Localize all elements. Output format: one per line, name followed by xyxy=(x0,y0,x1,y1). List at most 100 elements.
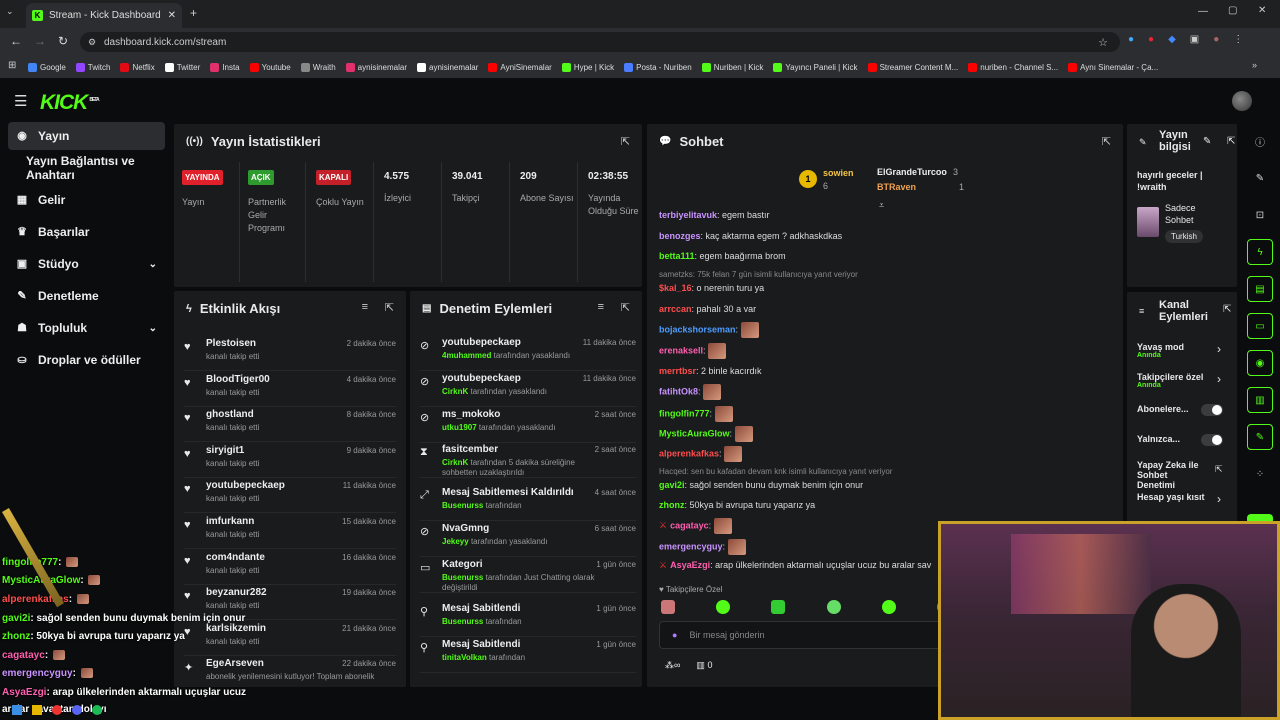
filter-icon[interactable]: ≡ xyxy=(362,301,368,313)
chat-username[interactable]: benozges xyxy=(659,231,701,241)
activity-username[interactable]: Plestoisen xyxy=(206,338,256,349)
back-icon[interactable]: ← xyxy=(10,34,22,48)
moderation-target[interactable]: Mesaj Sabitlendi xyxy=(442,603,520,614)
bookmark-item[interactable]: Aynı Sinemalar - Ça... xyxy=(1068,62,1158,72)
activity-username[interactable]: BloodTiger00 xyxy=(206,374,270,385)
bookmark-item[interactable]: Yayıncı Paneli | Kick xyxy=(773,62,858,72)
chat-username[interactable]: merrtbsr xyxy=(659,366,696,376)
chevron-right-icon[interactable]: › xyxy=(1217,492,1221,506)
bookmark-item[interactable]: Wraith xyxy=(300,62,336,72)
more-bookmarks-icon[interactable]: » xyxy=(1252,60,1257,70)
moderator-name[interactable]: utku1907 xyxy=(442,423,477,432)
moderator-name[interactable]: 4muhammed xyxy=(442,351,491,360)
moderation-target[interactable]: Mesaj Sabitlemesi Kaldırıldı xyxy=(442,487,574,498)
folder-icon[interactable] xyxy=(32,705,42,715)
bookmark-item[interactable]: Insta xyxy=(210,62,240,72)
emote-icon[interactable] xyxy=(826,600,841,614)
chat-username[interactable]: arrccan xyxy=(659,304,692,314)
bookmark-item[interactable]: aynisinemalar xyxy=(417,62,478,72)
forward-icon[interactable]: → xyxy=(34,34,46,48)
chat-username[interactable]: fingolfin777 xyxy=(659,408,710,418)
filter-icon[interactable]: ≡ xyxy=(598,301,604,313)
moderation-target[interactable]: youtubepeckaep xyxy=(442,337,521,348)
channel-action-item[interactable]: Yalnızca... xyxy=(1137,434,1229,460)
chat-username[interactable]: gavi2i xyxy=(659,480,685,490)
broadcast-icon[interactable]: ◉ xyxy=(1247,350,1273,376)
moderation-target[interactable]: ms_mokoko xyxy=(442,409,500,420)
emote-icon[interactable] xyxy=(771,600,786,614)
moderator-name[interactable]: Busenurss xyxy=(442,501,483,510)
focus-icon[interactable]: ⊡ xyxy=(1247,202,1273,228)
bookmark-item[interactable]: Twitch xyxy=(75,62,110,72)
extension-icon[interactable]: ● xyxy=(1148,34,1154,45)
chat-username[interactable]: betta111 xyxy=(659,251,695,261)
url-field[interactable]: ⚙ dashboard.kick.com/stream ☆ xyxy=(80,32,1120,52)
edit-icon[interactable]: ✎ xyxy=(1247,165,1273,191)
tab-list-icon[interactable]: ⌄ xyxy=(6,6,14,17)
external-link-icon[interactable]: ⇱ xyxy=(1215,464,1223,475)
sidebar-item-0[interactable]: ◉ Yayın xyxy=(8,122,165,150)
bookmark-item[interactable]: Youtube xyxy=(249,62,291,72)
moderator-name[interactable]: Busenurss xyxy=(442,617,483,626)
toggle-switch[interactable] xyxy=(1201,404,1223,416)
moderation-target[interactable]: NvaGmng xyxy=(442,523,489,534)
chat-username[interactable]: $kal_16 xyxy=(659,283,692,293)
moderator-name[interactable]: tinitaVolkan xyxy=(442,653,487,662)
moderation-target[interactable]: youtubepeckaep xyxy=(442,373,521,384)
channel-action-item[interactable]: Abonelere... xyxy=(1137,404,1229,430)
site-info-icon[interactable]: ⚙ xyxy=(88,37,96,48)
bookmark-item[interactable]: Nuriben | Kick xyxy=(701,62,763,72)
bookmark-item[interactable]: Google xyxy=(28,62,66,72)
menu-dots-icon[interactable]: ⋮ xyxy=(1233,34,1243,45)
channel-action-item[interactable]: Takipçilere özel Anında › xyxy=(1137,372,1229,398)
emote-icon[interactable] xyxy=(881,600,896,614)
sidebar-item-4[interactable]: ▣ Stüdyo ⌄ xyxy=(8,250,165,278)
chat-username[interactable]: MysticAuraGlow xyxy=(659,428,730,438)
chat-username[interactable]: emergencyguy xyxy=(659,541,723,551)
bookmark-item[interactable]: Netflix xyxy=(120,62,155,72)
popout-icon[interactable]: ⇱ xyxy=(1227,136,1235,147)
category-name[interactable]: Sadece Sohbet xyxy=(1165,202,1225,226)
window-close-icon[interactable]: ✕ xyxy=(1258,5,1266,16)
chat-username[interactable]: fatihtOk8 xyxy=(659,386,698,396)
activity-username[interactable]: siryigit1 xyxy=(206,445,244,456)
popout-icon[interactable]: ⇱ xyxy=(621,301,630,314)
leader-third-name[interactable]: BTRaven xyxy=(877,182,916,192)
chat-icon[interactable]: ▭ xyxy=(1247,313,1273,339)
minimize-icon[interactable]: — xyxy=(1198,6,1208,17)
reload-icon[interactable]: ↻ xyxy=(58,34,68,48)
moderation-target[interactable]: Mesaj Sabitlendi xyxy=(442,639,520,650)
bookmark-item[interactable]: Streamer Content M... xyxy=(867,62,958,72)
chat-username[interactable]: alperenkafkas xyxy=(659,448,719,458)
chevron-down-icon[interactable]: ⌄ xyxy=(149,259,157,270)
toggle-switch[interactable] xyxy=(1201,434,1223,446)
activity-username[interactable]: youtubepeckaep xyxy=(206,480,285,491)
language-tag[interactable]: Turkish xyxy=(1165,230,1203,243)
layout-icon[interactable]: ▥ xyxy=(1247,387,1273,413)
moderator-name[interactable]: Jekeyy xyxy=(442,537,469,546)
bookmark-item[interactable]: Twitter xyxy=(164,62,200,72)
chat-username[interactable]: erenaksell xyxy=(659,345,703,355)
microphone-icon[interactable]: ● xyxy=(672,630,677,640)
popout-icon[interactable]: ⇱ xyxy=(1102,135,1111,148)
extension-icon[interactable]: ◆ xyxy=(1168,34,1176,45)
sidebar-item-5[interactable]: ✎ Denetleme xyxy=(8,282,165,310)
popout-icon[interactable]: ⇱ xyxy=(621,135,630,148)
channel-action-item[interactable]: Hesap yaşı kısıt › xyxy=(1137,492,1229,518)
extension-icon[interactable]: ● xyxy=(1128,34,1134,45)
bookmark-item[interactable]: AyniSinemalar xyxy=(488,62,552,72)
apps-icon[interactable]: ⁘ xyxy=(1247,461,1273,487)
gift-icon[interactable]: ▥ 0 xyxy=(696,660,712,671)
profile-icon[interactable]: ● xyxy=(1213,34,1219,45)
moderator-name[interactable]: CirknK xyxy=(442,387,468,396)
browser-tab[interactable]: K Stream - Kick Dashboard ✕ xyxy=(26,3,182,28)
info-icon[interactable]: ⓘ xyxy=(1247,128,1273,154)
leader-first-name[interactable]: sowien xyxy=(823,168,854,178)
puzzle-icon[interactable]: ▣ xyxy=(1190,34,1199,45)
bookmark-item[interactable]: aynisinemalar xyxy=(345,62,407,72)
points-icon[interactable]: ⁂∞ xyxy=(665,660,680,671)
lightning-icon[interactable]: ϟ xyxy=(1247,239,1273,265)
hamburger-menu-icon[interactable]: ☰ xyxy=(14,92,27,110)
bookmark-item[interactable]: Hype | Kick xyxy=(561,62,614,72)
bookmark-star-icon[interactable]: ☆ xyxy=(1098,36,1108,49)
